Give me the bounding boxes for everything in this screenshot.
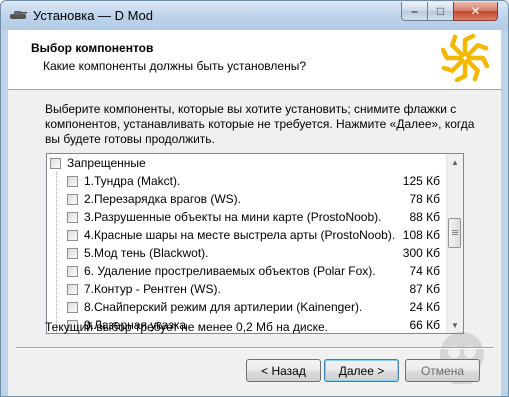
component-row[interactable]: 1.Тундра (Makct). 125 Кб bbox=[67, 172, 452, 190]
component-size: 78 Кб bbox=[409, 192, 440, 206]
component-checkbox[interactable] bbox=[67, 229, 78, 241]
instructions-line-1: Выберите компоненты, которые вы хотите у… bbox=[45, 102, 457, 116]
component-row[interactable]: 4.Красные шары на месте выстрела арты (P… bbox=[67, 226, 452, 244]
maximize-button[interactable]: □ bbox=[427, 2, 454, 21]
component-checkbox[interactable] bbox=[67, 175, 78, 187]
title-bar[interactable]: Установка — D Mod – □ ✕ bbox=[1, 1, 508, 30]
next-button[interactable]: Далее > bbox=[324, 359, 399, 382]
scrollbar-grip bbox=[452, 230, 458, 231]
component-label: 7.Контур - Рентген (WS). bbox=[84, 282, 221, 296]
tree-connector-line bbox=[56, 172, 58, 333]
component-label: 3.Разрушенные объекты на мини карте (Pro… bbox=[84, 210, 382, 224]
component-row[interactable]: 5.Мод тень (Blackwot). 300 Кб bbox=[67, 244, 452, 262]
component-checkbox[interactable] bbox=[67, 283, 78, 295]
component-label: 6. Удаление простреливаемых объектов (Po… bbox=[84, 264, 376, 278]
footer-separator bbox=[16, 347, 494, 349]
scrollbar-thumb[interactable] bbox=[448, 218, 461, 248]
window-title: Установка — D Mod bbox=[33, 8, 153, 23]
instructions-line-2: компонентов, устанавливать которые не тр… bbox=[45, 117, 475, 131]
disk-space-required: Текущий выбор требует не менее 0,2 Мб на… bbox=[45, 320, 328, 334]
vertical-scrollbar[interactable]: ▲ ▼ bbox=[446, 154, 463, 333]
scrollbar-grip bbox=[452, 232, 458, 233]
component-label: 1.Тундра (Makct). bbox=[84, 174, 181, 188]
installer-window: Установка — D Mod – □ ✕ Выбор компоненто… bbox=[0, 0, 509, 397]
component-size: 24 Кб bbox=[409, 300, 440, 314]
minimize-button[interactable]: – bbox=[401, 2, 428, 21]
component-size: 88 Кб bbox=[409, 210, 440, 224]
scroll-up-arrow-icon[interactable]: ▲ bbox=[447, 154, 463, 170]
component-size: 108 Кб bbox=[402, 228, 440, 242]
close-button[interactable]: ✕ bbox=[453, 2, 498, 21]
component-group-label: Запрещенные bbox=[67, 156, 146, 170]
component-checkbox[interactable] bbox=[67, 193, 78, 205]
component-row[interactable]: 8.Снайперский режим для артилерии (Kaine… bbox=[67, 298, 452, 316]
app-icon bbox=[10, 11, 27, 19]
back-button[interactable]: < Назад bbox=[246, 359, 321, 382]
components-list[interactable]: Запрещенные 1.Тундра (Makct). 125 Кб 2.П… bbox=[46, 153, 464, 334]
component-label: 2.Перезарядка врагов (WS). bbox=[84, 192, 242, 206]
page-subtitle: Какие компоненты должны быть установлены… bbox=[43, 59, 306, 73]
component-row[interactable]: 7.Контур - Рентген (WS). 87 Кб bbox=[67, 280, 452, 298]
component-checkbox[interactable] bbox=[67, 301, 78, 313]
instructions-line-3: вы будете готовы продолжить. bbox=[45, 132, 215, 146]
kolovrat-sun-logo-icon bbox=[441, 34, 489, 82]
component-size: 300 Кб bbox=[402, 246, 440, 260]
component-checkbox[interactable] bbox=[67, 265, 78, 277]
page-title: Выбор компонентов bbox=[31, 41, 154, 55]
component-size: 125 Кб bbox=[402, 174, 440, 188]
wizard-client-area: Выбор компонентов Какие компоненты должн… bbox=[8, 30, 501, 396]
component-label: 4.Красные шары на месте выстрела арты (P… bbox=[84, 228, 396, 242]
component-size: 74 Кб bbox=[409, 264, 440, 278]
component-checkbox[interactable] bbox=[67, 211, 78, 223]
component-row[interactable]: 3.Разрушенные объекты на мини карте (Pro… bbox=[67, 208, 452, 226]
component-row[interactable]: 6. Удаление простреливаемых объектов (Po… bbox=[67, 262, 452, 280]
wizard-header: Выбор компонентов Какие компоненты должн… bbox=[8, 30, 501, 90]
component-group-checkbox[interactable] bbox=[50, 157, 61, 169]
component-group-row[interactable]: Запрещенные bbox=[50, 154, 452, 172]
component-label: 5.Мод тень (Blackwot). bbox=[84, 246, 209, 260]
instructions-text: Выберите компоненты, которые вы хотите у… bbox=[45, 102, 475, 147]
component-row[interactable]: 2.Перезарядка врагов (WS). 78 Кб bbox=[67, 190, 452, 208]
component-label: 8.Снайперский режим для артилерии (Kaine… bbox=[84, 300, 363, 314]
component-size: 87 Кб bbox=[409, 282, 440, 296]
cancel-button[interactable]: Отмена bbox=[405, 359, 480, 382]
scrollbar-grip bbox=[452, 234, 458, 235]
component-checkbox[interactable] bbox=[67, 247, 78, 259]
